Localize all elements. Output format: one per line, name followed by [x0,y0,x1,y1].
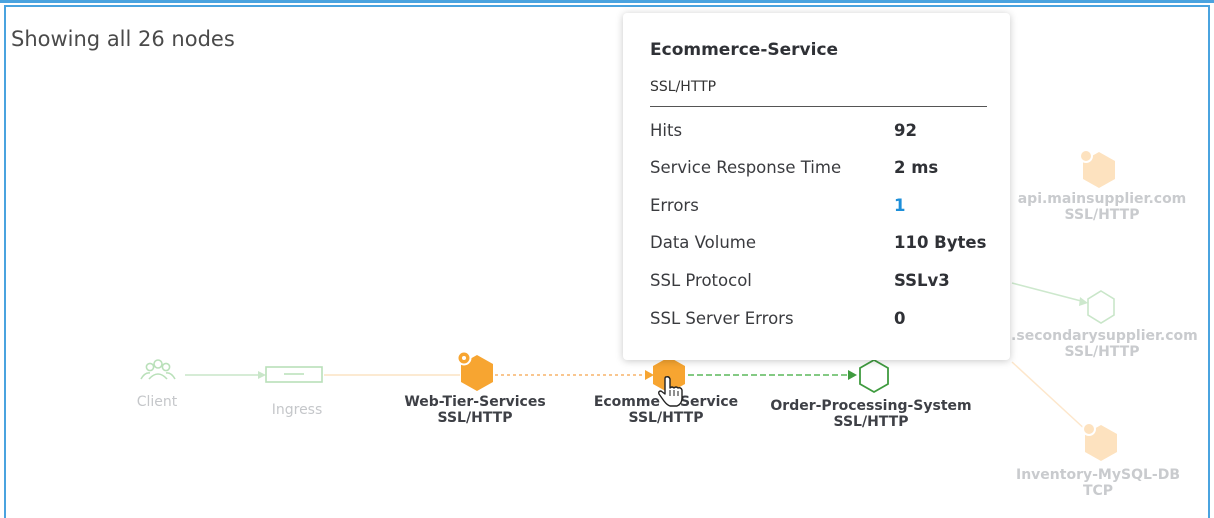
edge-to-inventory [1011,361,1089,433]
tooltip-row-hits: Hits 92 [650,121,987,145]
node-protocol: SSL/HTTP [1064,344,1140,360]
node-details-tooltip: Ecommerce-Service SSL/HTTP Hits 92 Servi… [623,13,1010,360]
node-label-client[interactable]: Client [137,394,178,410]
node-name: i.secondarysupplier.com [1006,328,1198,344]
metric-value: SSLv3 [894,271,950,290]
metric-label: Hits [650,121,683,140]
metric-value: 92 [894,121,917,140]
node-label-secondary-supplier[interactable]: i.secondarysupplier.com SSL/HTTP [1006,328,1198,360]
metric-value: 2 ms [894,158,939,177]
edge-arrow-secondary [1079,297,1088,306]
tooltip-row-data-volume: Data Volume 110 Bytes [650,233,987,257]
node-count-label: Showing all 26 nodes [11,27,235,51]
hexagon-icon[interactable] [1082,422,1117,461]
metric-value: 110 Bytes [894,233,987,252]
node-name: Ingress [271,402,323,418]
hexagon-outline-icon[interactable] [859,358,889,394]
tooltip-subtitle: SSL/HTTP [650,79,717,95]
service-graph-canvas[interactable] [0,0,1214,518]
node-name: Order-Processing-System [770,398,972,414]
metric-label: Data Volume [650,233,757,252]
node-label-ingress[interactable]: Ingress [272,402,323,418]
metric-label: SSL Protocol [650,271,752,290]
metric-label: SSL Server Errors [650,309,794,328]
tooltip-divider [650,106,987,107]
node-protocol: SSL/HTTP [437,410,513,426]
node-name: Web-Tier-Services [404,394,546,410]
node-protocol: SSL/HTTP [628,410,704,426]
metric-value: 0 [894,309,906,328]
users-icon[interactable] [140,359,176,380]
node-protocol: SSL/HTTP [833,414,909,430]
node-label-order-processing[interactable]: Order-Processing-System SSL/HTTP [770,398,971,430]
tooltip-row-errors: Errors 1 [650,196,987,220]
tooltip-row-response-time: Service Response Time 2 ms [650,158,987,182]
node-protocol: SSL/HTTP [1064,207,1140,223]
errors-link[interactable]: 1 [894,196,905,215]
tooltip-title: Ecommerce-Service [650,40,839,60]
load-balancer-icon[interactable] [265,366,323,383]
node-protocol: TCP [1082,483,1114,499]
edge-arrow-order [848,370,857,380]
hexagon-outline-icon[interactable] [1087,290,1115,324]
tooltip-row-ssl-server-errors: SSL Server Errors 0 [650,309,987,333]
metric-label: Errors [650,196,699,215]
node-label-inventory-db[interactable]: Inventory-MySQL-DB TCP [1016,467,1180,499]
node-name: api.mainsupplier.com [1017,191,1187,207]
hexagon-icon[interactable] [456,350,494,392]
node-name: Inventory-MySQL-DB [1016,467,1180,483]
edge-arrow-ecommerce [645,370,654,380]
node-name: Client [136,394,178,410]
hexagon-icon[interactable] [1079,149,1115,188]
node-label-main-supplier[interactable]: api.mainsupplier.com SSL/HTTP [1018,191,1187,223]
hand-pointer-cursor-icon [658,376,683,407]
edge-to-secondary [1011,282,1086,303]
edge-arrow-ingress [258,371,266,379]
metric-label: Service Response Time [650,158,842,177]
node-label-web-tier[interactable]: Web-Tier-Services SSL/HTTP [404,394,545,426]
tooltip-row-ssl-protocol: SSL Protocol SSLv3 [650,271,987,295]
